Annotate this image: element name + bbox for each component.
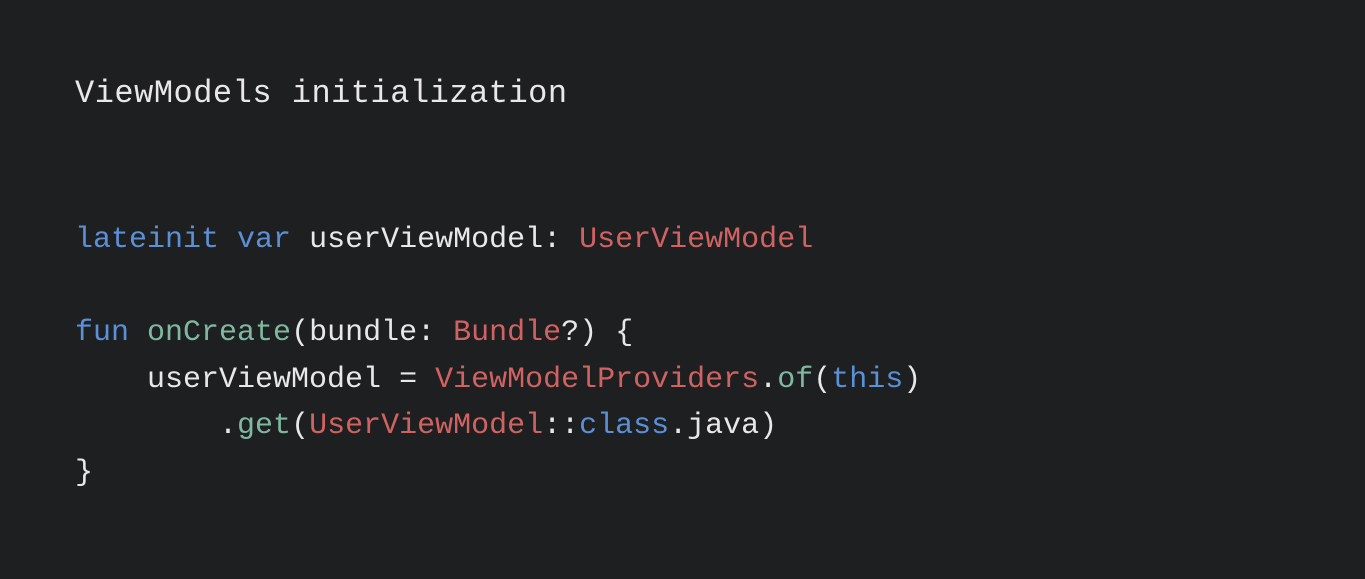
type-userviewmodel: UserViewModel [309, 409, 543, 443]
punct-lparen: ( [291, 316, 309, 350]
identifier-userviewmodel: userViewModel [309, 223, 543, 257]
punct-colon: : [417, 316, 435, 350]
punct-dcolon: :: [543, 409, 579, 443]
keyword-fun: fun [75, 316, 129, 350]
type-bundle: Bundle [453, 316, 561, 350]
punct-dot: . [759, 363, 777, 397]
punct-qmark: ? [561, 316, 579, 350]
function-oncreate: onCreate [147, 316, 291, 350]
keyword-this: this [831, 363, 903, 397]
function-of: of [777, 363, 813, 397]
identifier-bundle: bundle [309, 316, 417, 350]
identifier-userviewmodel: userViewModel [147, 363, 381, 397]
punct-lparen: ( [291, 409, 309, 443]
keyword-lateinit: lateinit [75, 223, 219, 257]
punct-lbrace: { [615, 316, 633, 350]
punct-rbrace: } [75, 456, 93, 490]
keyword-class: class [579, 409, 669, 443]
type-viewmodelproviders: ViewModelProviders [435, 363, 759, 397]
function-get: get [237, 409, 291, 443]
punct-colon: : [543, 223, 561, 257]
type-userviewmodel: UserViewModel [579, 223, 813, 257]
punct-dot: . [669, 409, 687, 443]
punct-rparen: ) [903, 363, 921, 397]
slide-title: ViewModels initialization [75, 75, 1290, 112]
keyword-var: var [237, 223, 291, 257]
identifier-java: java [687, 409, 759, 443]
punct-dot: . [219, 409, 237, 443]
code-block: lateinit var userViewModel: UserViewMode… [75, 217, 1290, 496]
punct-rparen: ) [579, 316, 597, 350]
punct-rparen: ) [759, 409, 777, 443]
punct-eq: = [399, 363, 417, 397]
punct-lparen: ( [813, 363, 831, 397]
